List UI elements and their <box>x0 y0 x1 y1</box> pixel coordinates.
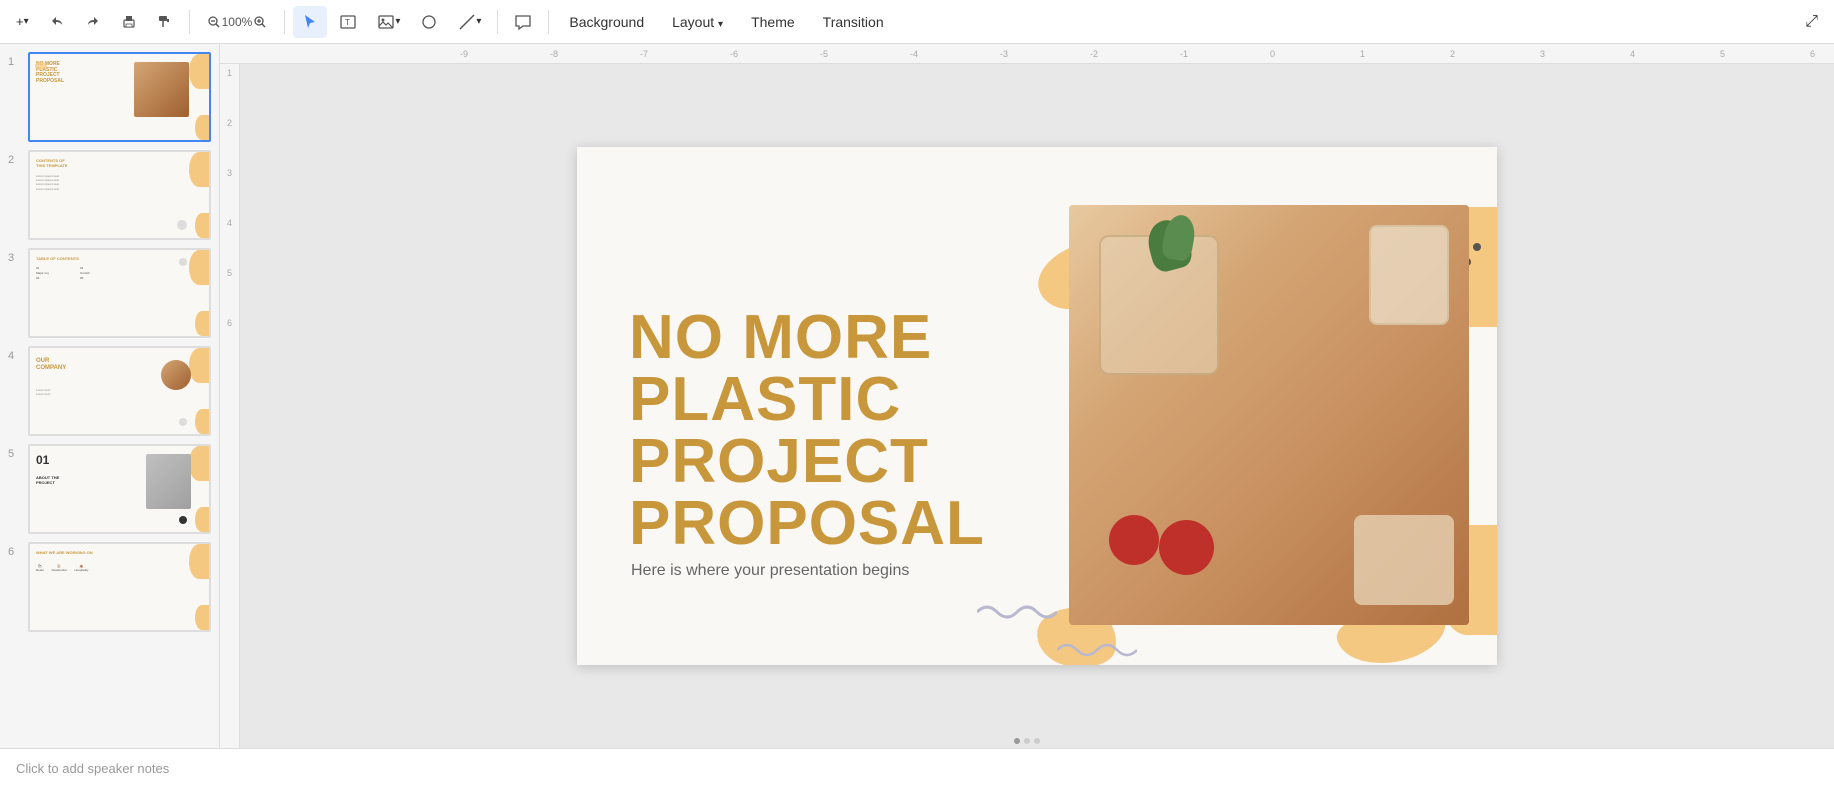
slide-thumb-3[interactable]: TABLE OF CONTENTS 01Major req03 04Growth… <box>28 248 211 338</box>
svg-text:T: T <box>345 18 350 27</box>
editor-content: 1 2 3 4 5 6 <box>220 64 1834 748</box>
redo-button[interactable] <box>77 6 109 38</box>
insert-image-icon <box>377 13 395 31</box>
slide-panel: 1 NO MOREPLASTICPROJECTPROPOSAL 2 CONTEN… <box>0 44 220 748</box>
theme-button[interactable]: Theme <box>739 10 807 34</box>
select-arrow-button[interactable] <box>293 6 327 38</box>
text-box-icon: T <box>339 13 357 31</box>
toolbar: + ▾ 100% T ▾ ▾ Background Layout <box>0 0 1834 44</box>
ruler-horizontal: -9 -8 -7 -6 -5 -4 -3 -2 -1 0 1 2 3 4 5 6 <box>220 44 1834 64</box>
wavy-bottom-left <box>1057 635 1137 665</box>
separator-1 <box>189 10 190 34</box>
insert-image-button[interactable]: ▾ <box>369 6 408 38</box>
slide-canvas[interactable]: NO MORE PLASTIC PROJECT PROPOSAL Here is… <box>577 147 1497 665</box>
insert-image-dropdown: ▾ <box>395 16 400 27</box>
separator-2 <box>284 10 285 34</box>
slide-thumbnail-6[interactable]: 6 WHAT WE ARE WORKING ON 🛍Retail 🏠Reside… <box>8 542 211 632</box>
slide-number-2: 2 <box>8 150 22 166</box>
slide-thumb-1[interactable]: NO MOREPLASTICPROJECTPROPOSAL <box>28 52 211 142</box>
slide-number-5: 5 <box>8 444 22 460</box>
slide-main-title: NO MORE PLASTIC PROJECT PROPOSAL <box>629 307 985 555</box>
dot-3 <box>1034 738 1040 744</box>
zoom-button[interactable]: 100% <box>198 6 277 38</box>
slide-thumbnail-3[interactable]: 3 TABLE OF CONTENTS 01Major req03 04Grow… <box>8 248 211 338</box>
wavy-left-bottom <box>977 597 1057 627</box>
undo-icon <box>49 14 65 30</box>
add-icon: + <box>16 14 24 29</box>
slide-number-6: 6 <box>8 542 22 558</box>
slide-number-3: 3 <box>8 248 22 264</box>
slide-thumb-6[interactable]: WHAT WE ARE WORKING ON 🛍Retail 🏠Resident… <box>28 542 211 632</box>
add-button[interactable]: + ▾ <box>8 6 37 38</box>
slide-number-4: 4 <box>8 346 22 362</box>
paint-format-icon <box>157 14 173 30</box>
slide-photo <box>1069 205 1469 625</box>
shape-button[interactable] <box>412 6 446 38</box>
zoom-in-icon <box>252 14 268 30</box>
speaker-notes[interactable]: Click to add speaker notes <box>0 748 1834 788</box>
text-box-button[interactable]: T <box>331 6 365 38</box>
print-button[interactable] <box>113 6 145 38</box>
slide-thumbnail-1[interactable]: 1 NO MOREPLASTICPROJECTPROPOSAL <box>8 52 211 142</box>
main-area: 1 NO MOREPLASTICPROJECTPROPOSAL 2 CONTEN… <box>0 44 1834 748</box>
slide-thumbnail-2[interactable]: 2 CONTENTS OFTHIS TEMPLATE Lorem ipsum t… <box>8 150 211 240</box>
slide-thumbnail-5[interactable]: 5 01 ABOUT THEPROJECT <box>8 444 211 534</box>
zoom-label: 100% <box>222 15 253 29</box>
shape-icon <box>420 13 438 31</box>
maximize-button[interactable]: ⤢ <box>1797 6 1826 38</box>
ruler-vertical: 1 2 3 4 5 6 <box>220 64 240 748</box>
line-dropdown: ▾ <box>476 16 481 27</box>
background-button[interactable]: Background <box>557 10 656 34</box>
separator-4 <box>548 10 549 34</box>
slide-number-1: 1 <box>8 52 22 68</box>
slide-thumb-5[interactable]: 01 ABOUT THEPROJECT <box>28 444 211 534</box>
select-arrow-icon <box>301 13 319 31</box>
print-icon <box>121 14 137 30</box>
comment-icon <box>514 13 532 31</box>
transition-button[interactable]: Transition <box>811 10 896 34</box>
line-icon <box>458 13 476 31</box>
toolbar-right: ⤢ <box>1797 6 1826 38</box>
slide-dots-indicator <box>1010 734 1044 748</box>
add-dropdown-icon: ▾ <box>24 16 29 27</box>
separator-3 <box>497 10 498 34</box>
zoom-out-icon <box>206 14 222 30</box>
undo-button[interactable] <box>41 6 73 38</box>
dot-1 <box>1014 738 1020 744</box>
paint-format-button[interactable] <box>149 6 181 38</box>
speaker-notes-placeholder: Click to add speaker notes <box>16 761 169 776</box>
layout-button[interactable]: Layout ▾ <box>660 10 735 34</box>
comment-button[interactable] <box>506 6 540 38</box>
slide-thumb-2[interactable]: CONTENTS OFTHIS TEMPLATE Lorem ipsum tex… <box>28 150 211 240</box>
editor-area: -9 -8 -7 -6 -5 -4 -3 -2 -1 0 1 2 3 4 5 6… <box>220 44 1834 748</box>
slide-subtitle: Here is where your presentation begins <box>631 562 909 580</box>
dot-2 <box>1024 738 1030 744</box>
line-button[interactable]: ▾ <box>450 6 489 38</box>
slide-thumbnail-4[interactable]: 4 OURCOMPANY Lorem textLorem text <box>8 346 211 436</box>
redo-icon <box>85 14 101 30</box>
slide-thumb-4[interactable]: OURCOMPANY Lorem textLorem text <box>28 346 211 436</box>
slide-canvas-wrapper[interactable]: NO MORE PLASTIC PROJECT PROPOSAL Here is… <box>240 64 1834 748</box>
